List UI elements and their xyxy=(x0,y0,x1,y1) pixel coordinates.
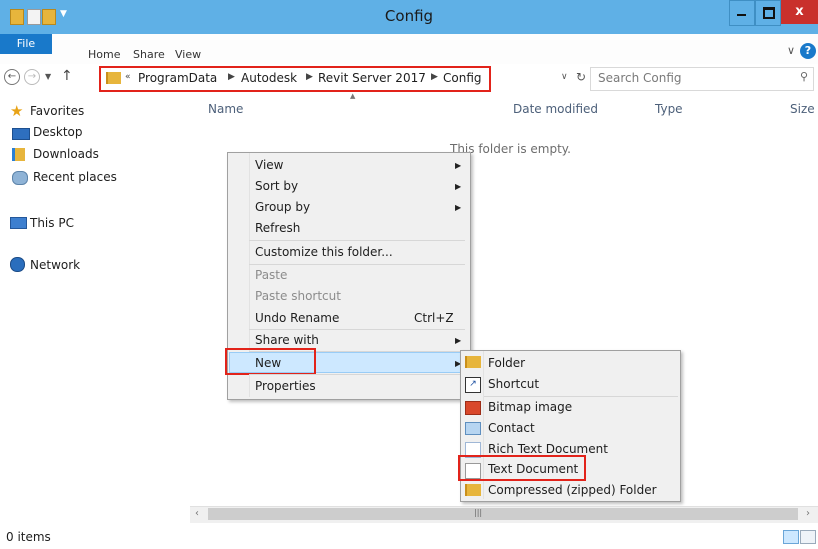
menu-item-paste: Paste xyxy=(255,268,288,282)
submenu-item-folder[interactable]: Folder xyxy=(488,356,525,370)
text-document-highlight xyxy=(458,455,586,481)
nav-favorites[interactable]: Favorites xyxy=(30,104,84,118)
item-count: 0 items xyxy=(6,530,51,544)
scroll-thumb[interactable] xyxy=(208,508,798,520)
submenu-arrow-icon: ▶ xyxy=(455,182,462,191)
submenu-item-shortcut[interactable]: Shortcut xyxy=(488,377,539,391)
up-icon[interactable]: ↑ xyxy=(61,68,73,84)
scroll-right-icon[interactable]: › xyxy=(806,508,810,519)
computer-icon xyxy=(10,217,27,229)
zip-folder-icon xyxy=(465,484,481,496)
submenu-item-contact[interactable]: Contact xyxy=(488,421,535,435)
network-icon xyxy=(10,257,25,272)
column-size[interactable]: Size xyxy=(790,102,815,116)
nav-downloads[interactable]: Downloads xyxy=(33,147,99,161)
ribbon xyxy=(0,34,818,65)
submenu-arrow-icon: ▶ xyxy=(455,203,462,212)
submenu-item-zipped[interactable]: Compressed (zipped) Folder xyxy=(488,483,657,497)
minimize-button[interactable] xyxy=(729,0,755,26)
menu-item-view[interactable]: View xyxy=(255,158,283,172)
help-icon[interactable]: ? xyxy=(800,43,816,59)
maximize-button[interactable] xyxy=(755,0,781,26)
submenu-arrow-icon: ▶ xyxy=(455,161,462,170)
details-view-icon[interactable] xyxy=(783,530,799,544)
submenu-item-bitmap[interactable]: Bitmap image xyxy=(488,400,572,414)
desktop-icon xyxy=(12,128,30,140)
submenu-item-rich-text[interactable]: Rich Text Document xyxy=(488,442,608,456)
scroll-grip-icon: ||| xyxy=(474,508,483,517)
forward-icon[interactable]: → xyxy=(24,69,40,85)
tab-share[interactable]: Share xyxy=(133,48,165,61)
search-icon[interactable]: ⚲ xyxy=(800,70,808,83)
contact-icon xyxy=(465,422,481,435)
downloads-icon xyxy=(12,148,25,161)
star-icon: ★ xyxy=(10,102,24,120)
column-date-modified[interactable]: Date modified xyxy=(513,102,598,116)
tab-file[interactable]: File xyxy=(0,34,52,54)
window-title: Config xyxy=(384,7,434,25)
close-button[interactable]: x xyxy=(781,0,818,24)
menu-item-paste-shortcut: Paste shortcut xyxy=(255,289,341,303)
menu-item-group-by[interactable]: Group by xyxy=(255,200,310,214)
new-highlight-box xyxy=(225,348,316,375)
folder-icon xyxy=(465,356,481,368)
address-highlight xyxy=(99,66,491,92)
recent-locations-icon[interactable]: ▼ xyxy=(45,72,51,81)
menu-item-share-with[interactable]: Share with xyxy=(255,333,319,347)
shortcut-icon: ↗ xyxy=(465,377,481,393)
column-name[interactable]: Name xyxy=(208,102,243,116)
menu-separator xyxy=(249,264,465,265)
submenu-separator xyxy=(484,396,678,397)
menu-separator xyxy=(249,374,465,375)
tab-view[interactable]: View xyxy=(175,48,201,61)
search-placeholder: Search Config xyxy=(598,71,682,85)
large-icons-view-icon[interactable] xyxy=(800,530,816,544)
sort-indicator-icon: ▲ xyxy=(350,92,356,100)
recent-places-icon xyxy=(12,171,28,185)
expand-ribbon-icon[interactable]: ∨ xyxy=(787,44,795,57)
back-icon[interactable]: ← xyxy=(4,69,20,85)
menu-separator xyxy=(249,240,465,241)
column-type[interactable]: Type xyxy=(655,102,683,116)
submenu-arrow-icon: ▶ xyxy=(455,336,462,345)
address-dropdown-icon[interactable]: ∨ xyxy=(561,72,568,82)
menu-separator xyxy=(249,329,465,330)
tab-home[interactable]: Home xyxy=(88,48,120,61)
menu-item-sort-by[interactable]: Sort by xyxy=(255,179,298,193)
nav-this-pc[interactable]: This PC xyxy=(30,216,74,230)
nav-network[interactable]: Network xyxy=(30,258,80,272)
nav-desktop[interactable]: Desktop xyxy=(33,125,83,139)
menu-item-properties[interactable]: Properties xyxy=(255,379,316,393)
nav-recent-places[interactable]: Recent places xyxy=(33,170,117,184)
menu-item-undo-rename[interactable]: Undo Rename xyxy=(255,311,339,325)
undo-shortcut-key: Ctrl+Z xyxy=(414,311,454,325)
bitmap-icon xyxy=(465,401,481,415)
status-bar xyxy=(0,523,818,549)
menu-item-refresh[interactable]: Refresh xyxy=(255,221,300,235)
scroll-left-icon[interactable]: ‹ xyxy=(195,508,199,519)
refresh-icon[interactable]: ↻ xyxy=(576,70,586,84)
menu-item-customize[interactable]: Customize this folder... xyxy=(255,245,393,259)
